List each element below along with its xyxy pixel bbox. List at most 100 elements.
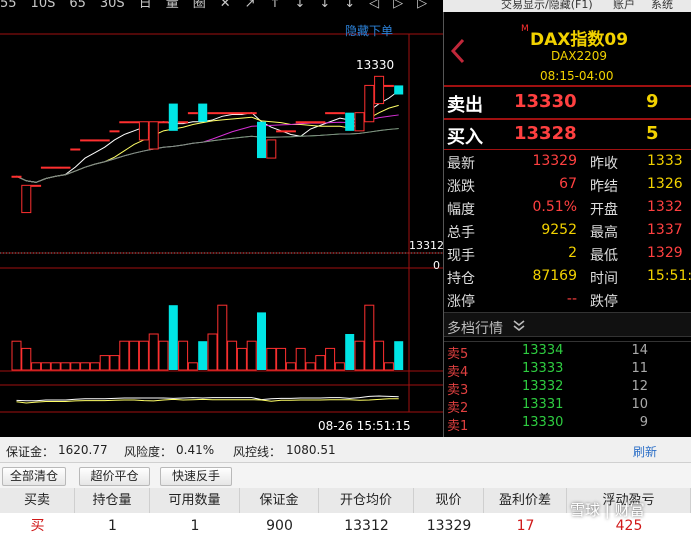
stat-label-1: 幅度 xyxy=(447,202,475,218)
sell-price[interactable]: 13330 xyxy=(514,91,577,112)
toolbar-item[interactable]: 30S xyxy=(100,0,125,10)
depth-price[interactable]: 13334 xyxy=(522,343,563,358)
col-header: 买卖 xyxy=(0,488,75,513)
toolbar-item[interactable]: 圈 xyxy=(193,0,206,10)
depth-label[interactable]: 卖1 xyxy=(447,415,468,434)
volume-bar xyxy=(217,304,228,371)
volume-bar xyxy=(148,333,159,371)
candle xyxy=(109,130,120,133)
risk-label: 风险度： xyxy=(124,445,173,459)
toolbar-item[interactable]: 量 xyxy=(166,0,179,10)
title-mark: M xyxy=(521,24,529,34)
candle xyxy=(374,75,385,105)
col-header: 保证金 xyxy=(240,488,319,513)
cell-open: 13312 xyxy=(319,513,414,541)
depth-label[interactable]: 卖4 xyxy=(447,361,468,380)
buy-qty: 5 xyxy=(646,123,659,144)
kline-chart[interactable]: 隐藏下单 13330 13312 0 08-26 15:51:15 xyxy=(0,0,443,437)
toolbar-item[interactable]: 日 xyxy=(139,0,152,10)
toolbar-item[interactable]: ▷ xyxy=(393,0,403,10)
volume-bar xyxy=(394,341,404,370)
control-label: 风控线： xyxy=(233,445,282,459)
stat-label-2: 最低 xyxy=(590,248,618,264)
volume-bar xyxy=(198,341,208,370)
stat-value-2: 15:51:1 xyxy=(647,268,691,284)
volume-bar xyxy=(158,340,169,371)
volume-bar xyxy=(168,305,178,370)
candle xyxy=(168,103,178,131)
volume-bar xyxy=(236,347,247,371)
candle xyxy=(50,166,61,169)
candle xyxy=(354,112,365,132)
hide-order-link[interactable]: 隐藏下单 xyxy=(345,22,393,39)
volume-bar xyxy=(257,312,266,370)
menu-exchange-toggle[interactable]: 交易显示/隐藏(F1) xyxy=(501,0,593,12)
volume-bar xyxy=(70,362,81,371)
toolbar-item[interactable]: ↗ xyxy=(245,0,256,10)
close-all-button[interactable]: 全部清仓 xyxy=(2,467,66,486)
toolbar-item[interactable]: 10S xyxy=(31,0,56,10)
toolbar-item[interactable]: ▷ xyxy=(417,0,427,10)
candle xyxy=(158,121,169,124)
candle xyxy=(60,166,71,169)
depth-header[interactable]: 多档行情 xyxy=(444,312,691,337)
stat-value-2: 1337 xyxy=(647,222,683,238)
toolbar-item[interactable]: 55 xyxy=(0,0,17,10)
menu-system[interactable]: 系统 xyxy=(651,0,673,12)
refresh-link[interactable]: 刷新 xyxy=(633,443,657,460)
depth-price[interactable]: 13333 xyxy=(522,361,563,376)
toolbar-item[interactable]: ↓ xyxy=(344,0,355,10)
back-arrow-icon[interactable] xyxy=(450,38,466,64)
volume-bar xyxy=(31,362,42,371)
cell-diff: 17 xyxy=(484,513,567,541)
quick-reverse-button[interactable]: 快速反手 xyxy=(160,467,232,486)
col-header: 盈利价差 xyxy=(484,488,567,513)
depth-price[interactable]: 13332 xyxy=(522,379,563,394)
volume-bar xyxy=(109,355,120,371)
depth-price[interactable]: 13330 xyxy=(522,415,563,430)
candle xyxy=(198,103,208,122)
stat-value-2: 1332 xyxy=(647,199,683,215)
cell-price: 13329 xyxy=(414,513,484,541)
candle xyxy=(119,121,130,124)
volume-bar xyxy=(227,340,238,371)
toolbar-item[interactable]: 65 xyxy=(69,0,86,10)
stat-value-1: -- xyxy=(566,291,577,307)
session-time: 08:15-04:00 xyxy=(540,69,614,83)
depth-qty: 10 xyxy=(631,397,648,412)
buy-price[interactable]: 13328 xyxy=(514,123,577,144)
stat-label-1: 最新 xyxy=(447,156,475,172)
high-price-label: 13330 xyxy=(356,58,395,72)
candle xyxy=(148,121,159,150)
candle xyxy=(295,121,306,124)
stat-label-2: 昨结 xyxy=(590,179,618,195)
depth-label[interactable]: 卖3 xyxy=(447,379,468,398)
cell-side: 买 xyxy=(0,513,75,541)
depth-price[interactable]: 13331 xyxy=(522,397,563,412)
buy-label[interactable]: 买入 xyxy=(447,123,483,149)
candle xyxy=(276,130,287,133)
volume-bar xyxy=(276,347,287,371)
depth-qty: 12 xyxy=(631,379,648,394)
candle xyxy=(40,166,51,169)
toolbar-item[interactable]: ◁ xyxy=(369,0,379,10)
depth-label[interactable]: 卖2 xyxy=(447,397,468,416)
sell-label[interactable]: 卖出 xyxy=(447,91,483,117)
volume-bar xyxy=(383,362,394,371)
double-chevron-down-icon[interactable] xyxy=(513,320,525,332)
candle xyxy=(266,139,277,159)
candle xyxy=(227,112,238,115)
volume-bar xyxy=(11,340,22,371)
candle xyxy=(21,184,32,214)
stat-label-2: 跌停 xyxy=(590,294,618,310)
menu-account[interactable]: 账户 xyxy=(613,0,635,12)
stat-label-1: 涨停 xyxy=(447,294,475,310)
stat-label-1: 涨跌 xyxy=(447,179,475,195)
toolbar-item[interactable]: ✕ xyxy=(220,0,231,10)
toolbar-item[interactable]: ↓ xyxy=(319,0,330,10)
toolbar-item[interactable]: ↓ xyxy=(294,0,305,10)
super-close-button[interactable]: 超价平仓 xyxy=(79,467,150,486)
toolbar-item[interactable]: ↑ xyxy=(270,0,281,10)
volume-bar xyxy=(178,340,189,371)
depth-label[interactable]: 卖5 xyxy=(447,343,468,362)
